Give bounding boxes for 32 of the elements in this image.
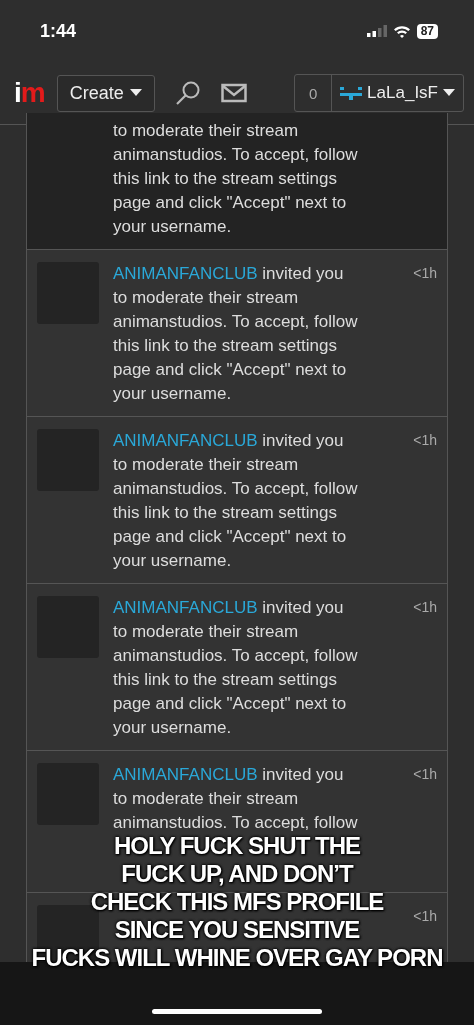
notification-time: <1h bbox=[413, 908, 437, 924]
signal-icon bbox=[366, 25, 387, 37]
user-link[interactable]: ANIMANFANCLUB bbox=[113, 264, 258, 283]
meme-caption-line: FUCK UP, AND DON’T bbox=[121, 860, 353, 888]
user-link[interactable]: ANIMANFANCLUB bbox=[113, 765, 258, 784]
notification-time: <1h bbox=[413, 265, 437, 281]
notification-text: ANIMANFANCLUB invited you to moderate their stream animanstudios. To accept, follow bbox=[113, 764, 359, 834]
meme-caption-line: FUCKS WILL WHINE OVER GAY PORN bbox=[31, 944, 443, 972]
site-logo[interactable]: im bbox=[14, 77, 45, 109]
notification-count[interactable]: 0 bbox=[295, 75, 333, 111]
notification-time: <1h bbox=[413, 432, 437, 448]
notification-text: ANIMANFANCLUB invited you to moderate their stream animanstudios. To accept, follow this link to the stream settings page and click "Accept" next to your username. bbox=[113, 263, 359, 405]
caret-icon bbox=[129, 89, 142, 97]
battery-indicator: 87 bbox=[416, 23, 438, 39]
notification-time: <1h bbox=[413, 766, 437, 782]
user-link[interactable]: ANIMANFANCLUB bbox=[113, 598, 258, 617]
search-icon[interactable] bbox=[174, 80, 201, 106]
create-button[interactable]: Create bbox=[56, 74, 155, 112]
notification-text: ANIMANFANCLUB invited you to moderate their stream animanstudios. To accept, follow this link to the stream settings page and click "Accept" next to your username. bbox=[113, 597, 359, 739]
meme-caption-line: HOLY FUCK SHUT THE bbox=[114, 832, 360, 860]
avatar-icon bbox=[340, 85, 363, 101]
notification-time: <1h bbox=[413, 599, 437, 615]
user-menu-button[interactable]: LaLa_IsF bbox=[332, 75, 463, 111]
meme-caption-line: CHECK THIS MFS PROFILE bbox=[90, 888, 384, 916]
user-link[interactable]: ANIMANFANCLUB bbox=[113, 431, 258, 450]
notification-text: to moderate their stream animanstudios. To accept, follow this link to the stream settings page and click "Accept" next to your username. bbox=[113, 120, 359, 238]
mail-icon[interactable] bbox=[220, 83, 247, 103]
status-time: 1:44 bbox=[40, 20, 77, 42]
caret-icon bbox=[443, 89, 455, 97]
meme-caption-line: SINCE YOU SENSITIVE bbox=[114, 916, 360, 944]
wifi-icon bbox=[392, 24, 411, 38]
notification-text: ANIMANFANCLUB invited you to moderate their stream animanstudios. To accept, follow this link to the stream settings page and click "Accept" next to your username. bbox=[113, 430, 359, 572]
